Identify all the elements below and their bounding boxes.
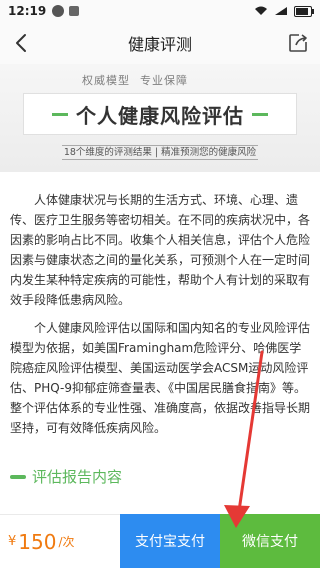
banner-headline-box: 个人健康风险评估 [26,96,294,132]
accent-dash-right [252,112,268,116]
report-section-header: 评估报告内容 [10,466,122,487]
accent-dash-left [52,112,68,116]
hero-banner: 权威模型 专业保障 个人健康风险评估 18个维度的评测结果 | 精准预测您的健康风… [0,64,320,172]
status-bar: 12:19 [0,0,320,22]
wechat-pay-button[interactable]: 微信支付 [220,514,320,568]
tag-authority: 权威模型 [82,74,130,87]
notification-icon [52,5,65,17]
signal-icon [275,7,287,15]
wifi-icon [255,6,267,15]
battery-icon [294,5,314,17]
status-time: 12:19 [8,4,47,18]
intro-paragraph-2: 个人健康风险评估以国际和国内知名的专业风险评估模型为依据，如美国Framingh… [10,321,311,435]
price-value: 150 [18,529,57,554]
intro-paragraph-1: 人体健康状况与长期的生活方式、环境、心理、遗传、医疗卫生服务等密切相关。在不同的… [10,193,311,307]
price-unit: /次 [58,535,75,549]
section-marker [10,474,26,479]
price-currency: ¥ [8,534,17,549]
section-title: 评估报告内容 [32,468,123,486]
back-icon[interactable] [10,31,34,55]
app-notification-icon [69,6,80,16]
banner-subtitle: 18个维度的评测结果 | 精准预测您的健康风险 [61,145,259,160]
banner-tagline: 权威模型 专业保障 [82,72,188,88]
intro-text: 人体健康状况与长期的生活方式、环境、心理、遗传、医疗卫生服务等密切相关。在不同的… [10,190,310,446]
price-display: ¥ 150 /次 [0,514,120,568]
nav-bar: 健康评测 [0,22,320,65]
tag-guarantee: 专业保障 [140,74,188,87]
banner-headline: 个人健康风险评估 [76,103,244,128]
share-icon[interactable] [286,31,310,55]
status-icons [254,5,314,17]
payment-bar: ¥ 150 /次 支付宝支付 微信支付 [0,514,320,568]
page-title: 健康评测 [127,35,192,54]
alipay-button[interactable]: 支付宝支付 [120,514,220,568]
